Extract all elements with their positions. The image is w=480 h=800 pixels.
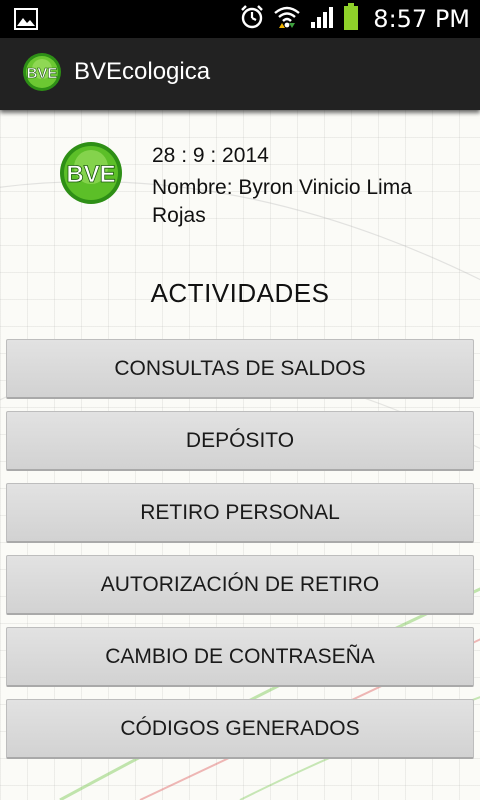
clock-time: 8:57 PM xyxy=(373,5,470,33)
retiro-personal-button[interactable]: RETIRO PERSONAL xyxy=(6,483,474,543)
deposito-button[interactable]: DEPÓSITO xyxy=(6,411,474,471)
image-notification-icon xyxy=(14,8,38,35)
battery-icon xyxy=(343,2,359,36)
alarm-icon xyxy=(239,4,265,35)
main-content: BVE 28 : 9 : 2014 Nombre: Byron Vinicio … xyxy=(0,110,480,800)
app-logo-icon[interactable]: BVE xyxy=(22,52,62,92)
profile-logo-text: BVE xyxy=(66,161,115,188)
cambio-de-contrasena-button[interactable]: CAMBIO DE CONTRASEÑA xyxy=(6,627,474,687)
app-title: BVEcologica xyxy=(74,58,211,85)
activities-title: ACTIVIDADES xyxy=(150,278,330,308)
profile-logo-icon: BVE xyxy=(58,140,124,206)
date-label: 28 : 9 : 2014 xyxy=(152,144,269,167)
signal-icon xyxy=(309,4,335,35)
consultas-de-saldos-button[interactable]: CONSULTAS DE SALDOS xyxy=(6,339,474,399)
app-logo-text: BVE xyxy=(27,65,58,82)
autorizacion-de-retiro-button[interactable]: AUTORIZACIÓN DE RETIRO xyxy=(6,555,474,615)
status-bar: 8:57 PM xyxy=(0,0,480,38)
wifi-icon xyxy=(273,4,301,35)
codigos-generados-button[interactable]: CÓDIGOS GENERADOS xyxy=(6,699,474,759)
user-name-label: Nombre: Byron Vinicio Lima Rojas xyxy=(152,176,412,227)
action-bar: BVE BVEcologica xyxy=(0,38,480,110)
